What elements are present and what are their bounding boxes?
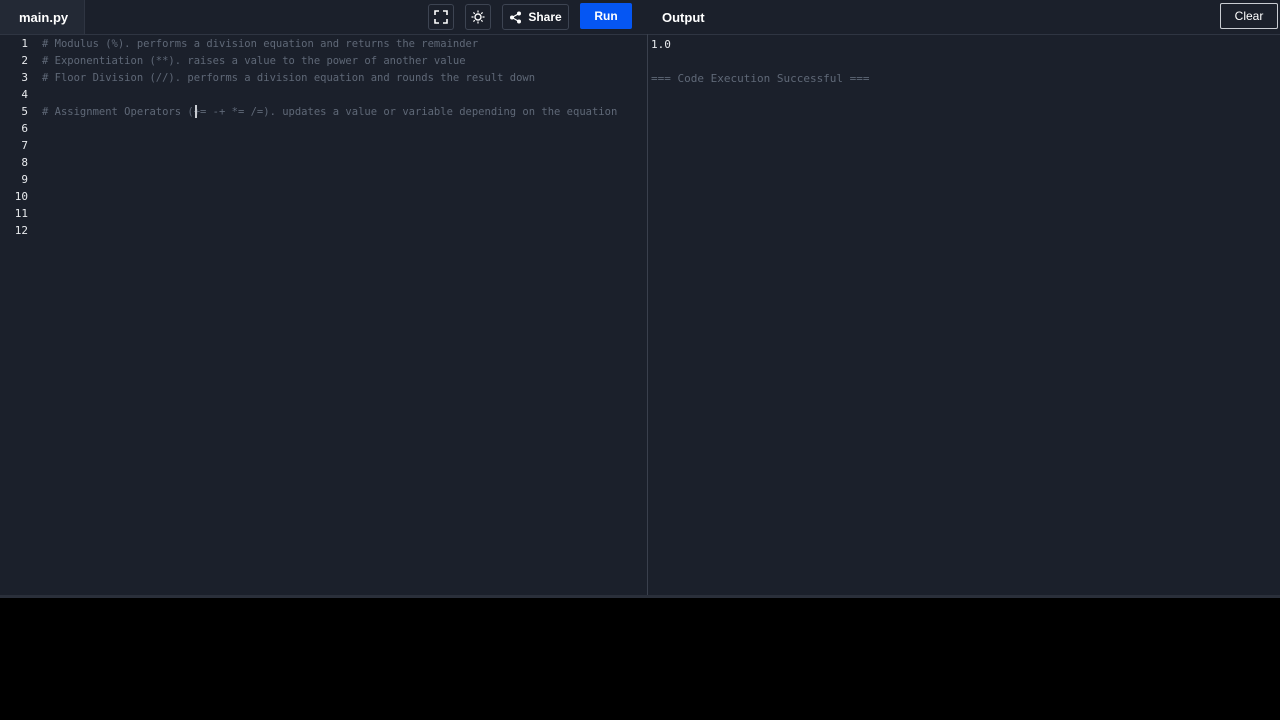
output-line: 1.0 xyxy=(651,38,671,51)
line-number: 12 xyxy=(14,224,28,237)
theme-toggle-button[interactable] xyxy=(465,4,491,30)
run-button[interactable]: Run xyxy=(580,3,632,29)
text-cursor xyxy=(195,105,197,118)
fullscreen-button[interactable] xyxy=(428,4,454,30)
line-number: 3 xyxy=(21,71,28,84)
top-toolbar: main.py Share Run Output Clear xyxy=(0,0,1280,35)
line-number: 7 xyxy=(21,139,28,152)
share-label: Share xyxy=(528,10,562,24)
code-line[interactable]: # Modulus (%). performs a division equat… xyxy=(42,38,478,50)
line-number: 4 xyxy=(21,88,28,101)
execution-status: === Code Execution Successful === xyxy=(651,72,870,85)
file-tab-label: main.py xyxy=(19,10,69,25)
line-number: 6 xyxy=(21,122,28,135)
line-number: 9 xyxy=(21,173,28,186)
clear-label: Clear xyxy=(1234,9,1264,23)
file-tab-main-py[interactable]: main.py xyxy=(0,0,85,34)
line-number: 1 xyxy=(21,37,28,50)
code-editor[interactable]: 1 2 3 4 5 6 7 8 9 10 11 12 # Modulus (%)… xyxy=(0,35,647,598)
share-icon xyxy=(510,11,522,23)
sun-icon xyxy=(471,10,485,24)
run-label: Run xyxy=(594,9,618,23)
output-panel: 1.0 === Code Execution Successful === xyxy=(648,35,1280,598)
line-number: 8 xyxy=(21,156,28,169)
clear-button[interactable]: Clear xyxy=(1220,3,1278,29)
line-number: 11 xyxy=(14,207,28,220)
code-line[interactable]: # Floor Division (//). performs a divisi… xyxy=(42,72,535,84)
online-compiler-app: main.py Share Run Output Clear 1 2 3 4 5… xyxy=(0,0,1280,598)
output-panel-title: Output xyxy=(662,10,705,25)
code-line[interactable]: # Assignment Operators (+= -+ *= /=). up… xyxy=(42,106,617,118)
code-line[interactable]: # Exponentiation (**). raises a value to… xyxy=(42,55,466,67)
line-number: 10 xyxy=(14,190,28,203)
fullscreen-icon xyxy=(434,10,448,24)
line-number: 2 xyxy=(21,54,28,67)
app-bottom-border xyxy=(0,595,1280,598)
line-number: 5 xyxy=(21,105,28,118)
share-button[interactable]: Share xyxy=(502,4,569,30)
